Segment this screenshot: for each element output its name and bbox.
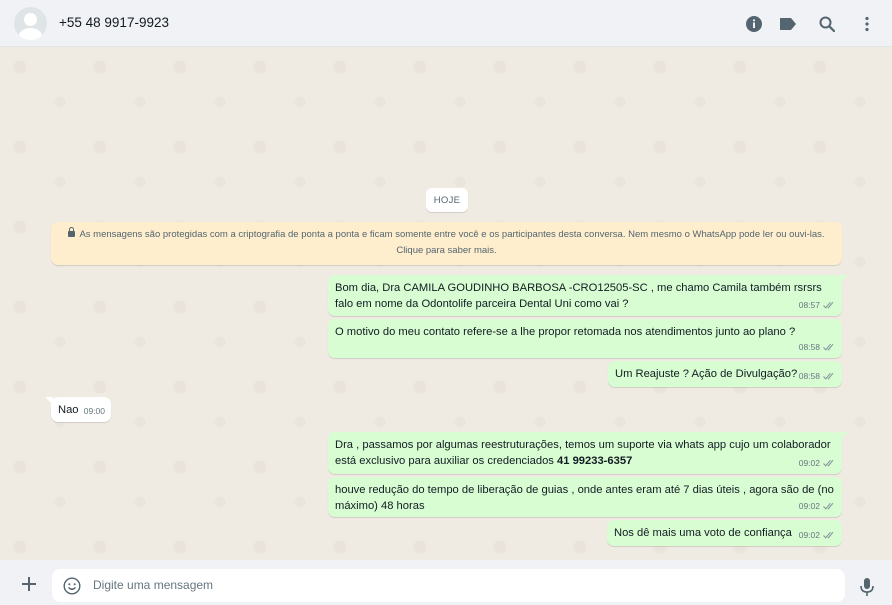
microphone-icon[interactable] xyxy=(858,577,876,597)
message-outgoing[interactable]: Um Reajuste ? Ação de Divulgação? 08:58 xyxy=(608,361,842,387)
message-time: 08:57 xyxy=(798,300,820,310)
read-ticks-icon xyxy=(823,459,834,467)
message-input-placeholder: Digite uma mensagem xyxy=(93,578,214,592)
menu-icon[interactable] xyxy=(856,13,878,35)
message-time: 08:58 xyxy=(798,342,820,352)
message-text: O motivo do meu contato refere-se a lhe … xyxy=(335,326,796,338)
attach-plus-icon[interactable] xyxy=(19,574,39,594)
message-composer: Digite uma mensagem xyxy=(0,560,892,605)
message-text: houve redução do tempo de liberação de g… xyxy=(335,484,834,512)
message-meta: 08:58 xyxy=(799,339,836,355)
message-time: 09:00 xyxy=(83,406,105,416)
read-ticks-icon xyxy=(823,301,834,309)
message-input[interactable]: Digite uma mensagem xyxy=(52,569,845,602)
read-ticks-icon xyxy=(823,502,834,510)
message-time: 09:02 xyxy=(798,530,820,540)
message-time: 09:02 xyxy=(798,458,820,468)
chat-panel[interactable]: HOJE As mensagens são protegidas com a c… xyxy=(0,47,892,560)
search-icon[interactable] xyxy=(816,13,838,35)
info-icon[interactable] xyxy=(743,13,765,35)
chat-header: +55 48 9917-9923 xyxy=(0,0,892,47)
message-meta: 08:58 xyxy=(799,368,836,384)
message-text: Bom dia, Dra CAMILA GOUDINHO BARBOSA -CR… xyxy=(335,282,822,310)
message-meta: 09:00 xyxy=(84,403,105,419)
contact-name[interactable]: +55 48 9917-9923 xyxy=(59,15,169,30)
avatar-body xyxy=(18,28,43,40)
message-phone-number[interactable]: 41 99233-6357 xyxy=(557,455,632,467)
message-meta: 09:02 xyxy=(799,527,836,543)
read-ticks-icon xyxy=(823,372,834,380)
message-meta: 08:57 xyxy=(799,297,836,313)
message-text: Nos dê mais uma voto de confiança xyxy=(614,527,792,539)
avatar-head xyxy=(24,13,37,26)
read-ticks-icon xyxy=(823,531,834,539)
message-outgoing[interactable]: Bom dia, Dra CAMILA GOUDINHO BARBOSA -CR… xyxy=(328,275,848,316)
message-meta: 09:02 xyxy=(799,498,836,514)
message-time: 08:58 xyxy=(798,371,820,381)
message-incoming[interactable]: Nao 09:00 xyxy=(45,397,111,422)
message-outgoing[interactable]: Nos dê mais uma voto de confiança 09:02 xyxy=(607,520,842,546)
message-outgoing[interactable]: Dra , passamos por algumas reestruturaçõ… xyxy=(328,432,848,474)
message-outgoing[interactable]: houve redução do tempo de liberação de g… xyxy=(328,477,842,517)
encryption-notice[interactable]: As mensagens são protegidas com a cripto… xyxy=(51,222,842,265)
message-text: Um Reajuste ? Ação de Divulgação? xyxy=(615,368,798,380)
label-icon[interactable] xyxy=(777,13,799,35)
encryption-notice-text: As mensagens são protegidas com a cripto… xyxy=(79,229,825,256)
date-label: HOJE xyxy=(426,188,468,212)
message-outgoing[interactable]: O motivo do meu contato refere-se a lhe … xyxy=(328,319,842,358)
message-meta: 09:02 xyxy=(799,455,836,471)
lock-icon xyxy=(68,227,76,237)
read-ticks-icon xyxy=(823,343,834,351)
message-time: 09:02 xyxy=(798,501,820,511)
emoji-icon[interactable] xyxy=(63,577,81,595)
contact-avatar[interactable] xyxy=(14,7,47,40)
message-text: Nao xyxy=(58,404,79,416)
